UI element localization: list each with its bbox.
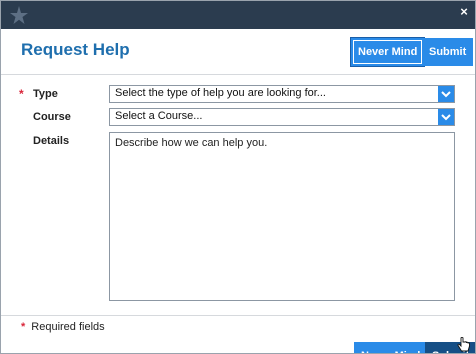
dialog-titlebar: ×: [1, 1, 475, 29]
never-mind-button-top[interactable]: Never Mind: [351, 38, 425, 66]
request-help-dialog: × Request Help Never Mind Submit * Type …: [0, 0, 476, 354]
dialog-header: Request Help Never Mind Submit: [1, 29, 475, 75]
details-textarea[interactable]: Describe how we can help you.: [109, 132, 455, 301]
chevron-down-icon[interactable]: [438, 109, 454, 125]
footer-divider: [1, 315, 475, 316]
submit-button-top[interactable]: Submit: [422, 38, 474, 66]
type-label: Type: [33, 88, 58, 100]
required-marker: *: [19, 87, 24, 101]
type-select-value: Select the type of help you are looking …: [115, 87, 326, 99]
course-select[interactable]: Select a Course...: [109, 108, 455, 126]
star-logo-icon: [10, 6, 28, 24]
close-icon[interactable]: ×: [457, 5, 471, 19]
required-fields-note: * Required fields: [21, 321, 105, 333]
hand-cursor-icon: [457, 337, 470, 352]
page-title: Request Help: [21, 40, 130, 59]
chevron-down-icon[interactable]: [438, 86, 454, 102]
type-select[interactable]: Select the type of help you are looking …: [109, 85, 455, 103]
course-label: Course: [33, 111, 71, 123]
never-mind-button-bottom[interactable]: Never Mind: [354, 342, 428, 353]
course-select-value: Select a Course...: [115, 110, 203, 122]
required-marker: *: [21, 321, 26, 333]
details-label: Details: [33, 135, 70, 147]
required-fields-text: Required fields: [31, 321, 105, 333]
details-placeholder: Describe how we can help you.: [115, 137, 268, 149]
